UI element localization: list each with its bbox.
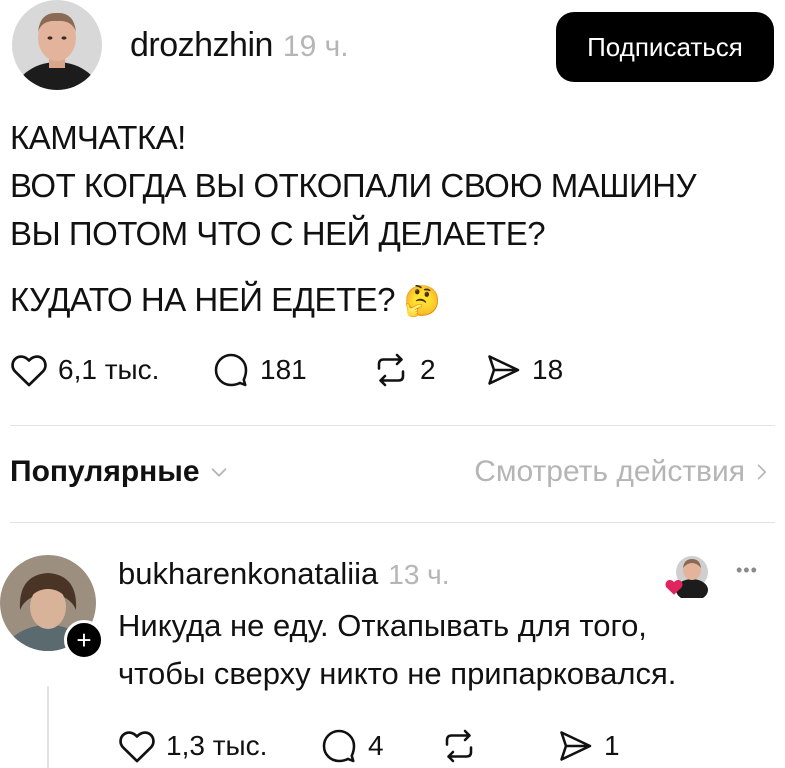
heart-icon <box>119 731 155 763</box>
comment-share-count: 1 <box>604 730 620 761</box>
send-icon <box>560 731 592 761</box>
follow-plus-badge[interactable]: + <box>64 620 104 660</box>
comment-share-button[interactable]: 1 <box>556 728 620 764</box>
follow-plus-icon: + <box>76 625 92 655</box>
post-share-count: 18 <box>532 354 564 385</box>
post-text-line-1: КАМЧАТКА! <box>10 119 186 156</box>
post-author-avatar[interactable] <box>12 0 102 90</box>
view-activity-link[interactable]: Смотреть действия <box>474 455 771 489</box>
post-header-text: drozhzhin 19 ч. <box>130 26 349 65</box>
author-liked-badge <box>665 552 712 601</box>
post-like-count: 6,1 тыс. <box>58 354 160 385</box>
comment-header-text: bukharenkonataliia 13 ч. <box>118 556 450 592</box>
post-repost-button[interactable]: 2 <box>372 352 436 388</box>
divider-middle <box>10 522 775 523</box>
divider-top <box>10 425 775 426</box>
comment-like-count: 1,3 тыс. <box>166 730 268 761</box>
repost-icon <box>377 353 405 387</box>
post-time: 19 ч. <box>282 30 349 63</box>
more-options-icon[interactable]: ••• <box>736 560 758 581</box>
post-text-line-3: ВЫ ПОТОМ ЧТО С НЕЙ ДЕЛАЕТЕ? <box>10 215 546 252</box>
comment-author-name[interactable]: bukharenkonataliia <box>118 556 378 592</box>
sort-dropdown[interactable]: Популярные <box>10 455 230 489</box>
send-icon <box>488 355 520 385</box>
thread-line <box>47 686 49 768</box>
comment-repost-button[interactable] <box>440 728 488 764</box>
chevron-down-icon <box>211 468 226 477</box>
comment-bubble-icon <box>322 729 356 763</box>
follow-button-label: Подписаться <box>587 31 743 62</box>
repost-icon <box>445 729 473 763</box>
post-comment-count: 181 <box>260 354 307 385</box>
sort-dropdown-label: Популярные <box>10 455 200 488</box>
comment-bubble-icon <box>214 353 248 387</box>
comment-time: 13 ч. <box>388 559 450 590</box>
heart-icon <box>11 355 47 387</box>
comment-like-button[interactable]: 1,3 тыс. <box>118 728 267 764</box>
comment-reply-button[interactable]: 4 <box>320 728 384 764</box>
comment-text-line-1: Никуда не еду. Откапывать для того, <box>118 608 647 643</box>
comment-reply-count: 4 <box>368 730 384 761</box>
follow-button[interactable]: Подписаться <box>556 12 774 82</box>
post-like-button[interactable]: 6,1 тыс. <box>10 352 159 388</box>
post-share-button[interactable]: 18 <box>484 352 563 388</box>
post-author-name[interactable]: drozhzhin <box>130 26 273 65</box>
comment-text-line-2: чтобы сверху никто не припарковался. <box>118 656 677 691</box>
post-text-line-4-text: КУДАТО НА НЕЙ ЕДЕТЕ? <box>10 281 396 318</box>
post-comment-button[interactable]: 181 <box>212 352 307 388</box>
thinking-face-emoji: 🤔 <box>403 285 441 318</box>
post-text-line-4: КУДАТО НА НЕЙ ЕДЕТЕ? 🤔 <box>10 280 441 322</box>
post-repost-count: 2 <box>420 354 436 385</box>
post-text-line-2: ВОТ КОГДА ВЫ ОТКОПАЛИ СВОЮ МАШИНУ <box>10 167 697 204</box>
chevron-right-icon <box>757 464 766 480</box>
view-activity-label: Смотреть действия <box>474 455 745 488</box>
heart-filled-icon <box>665 580 683 595</box>
